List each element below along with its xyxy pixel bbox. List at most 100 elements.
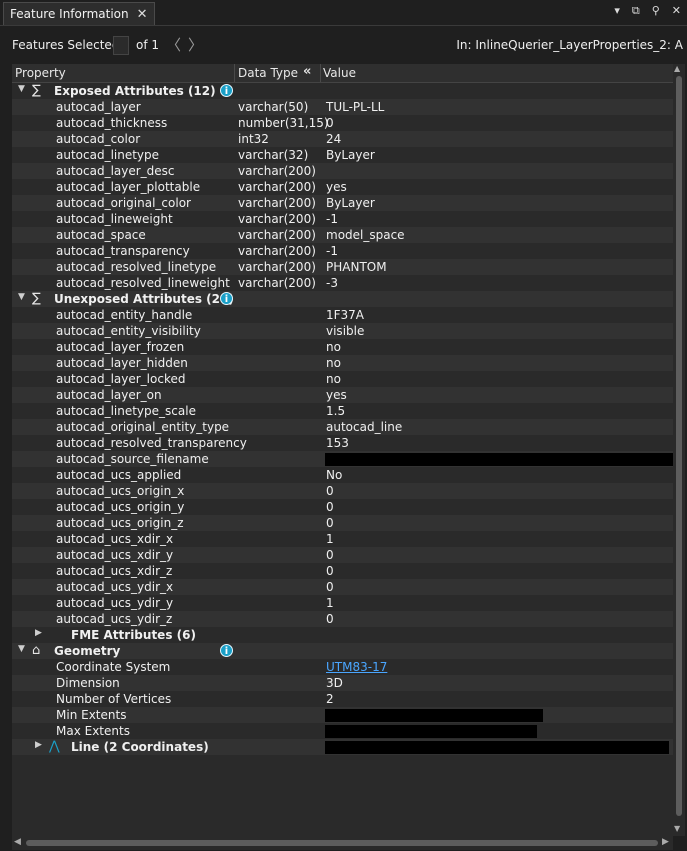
feature-index-input[interactable]	[113, 36, 129, 55]
group-row-line[interactable]: ▶ ⋀ Line (2 Coordinates)	[12, 739, 673, 755]
table-row[interactable]: autocad_ucs_ydir_x 0	[12, 579, 673, 595]
property-name: autocad_resolved_linetype	[56, 260, 217, 274]
grid-header: Property Data Type « Value	[12, 64, 673, 83]
table-row[interactable]: autocad_entity_handle 1F37A	[12, 307, 673, 323]
table-row[interactable]: autocad_layer_frozen no	[12, 339, 673, 355]
scroll-left-icon[interactable]: ◀	[14, 837, 21, 847]
table-row[interactable]: autocad_ucs_xdir_z 0	[12, 563, 673, 579]
column-header-data-type[interactable]: Data Type	[238, 66, 298, 80]
table-row[interactable]: autocad_original_color varchar(200) ByLaye…	[12, 195, 673, 211]
property-name: autocad_layer_desc	[56, 164, 175, 178]
column-divider[interactable]	[234, 64, 235, 82]
coordinate-system-link[interactable]: UTM83-17	[326, 660, 387, 674]
table-row[interactable]: autocad_thickness number(31,15) 0	[12, 115, 673, 131]
property-name: autocad_ucs_origin_y	[56, 500, 185, 514]
close-panel-icon[interactable]: ✕	[672, 4, 681, 18]
group-row-unexposed[interactable]: ▼ ∑ Unexposed Attributes (26) i	[12, 291, 673, 307]
close-icon[interactable]: ✕	[137, 7, 148, 22]
vertical-scroll-thumb[interactable]	[676, 76, 682, 816]
table-row[interactable]: autocad_resolved_transparency 153	[12, 435, 673, 451]
table-row[interactable]: Number of Vertices 2	[12, 691, 673, 707]
property-value: 0	[326, 564, 334, 578]
table-row[interactable]: autocad_ucs_xdir_y 0	[12, 547, 673, 563]
expand-arrow-icon[interactable]: ▶	[35, 628, 42, 638]
table-row[interactable]: autocad_color int32 24	[12, 131, 673, 147]
info-icon[interactable]: i	[220, 84, 233, 97]
table-row[interactable]: autocad_lineweight varchar(200) -1	[12, 211, 673, 227]
horizontal-scroll-thumb[interactable]	[26, 840, 658, 846]
table-row[interactable]: autocad_transparency varchar(200) -1	[12, 243, 673, 259]
scroll-down-icon[interactable]: ▼	[674, 824, 680, 833]
collapse-arrow-icon[interactable]: ▼	[18, 292, 25, 302]
float-window-icon[interactable]: ⧉	[632, 4, 640, 18]
property-name: autocad_entity_visibility	[56, 324, 201, 338]
table-row[interactable]: autocad_resolved_lineweight varchar(200) -…	[12, 275, 673, 291]
info-icon[interactable]: i	[220, 644, 233, 657]
table-row[interactable]: autocad_linetype varchar(32) ByLayer	[12, 147, 673, 163]
column-divider[interactable]	[320, 64, 321, 82]
group-row-fme[interactable]: ▶ FME Attributes (6)	[12, 627, 673, 643]
table-row[interactable]: autocad_ucs_xdir_x 1	[12, 531, 673, 547]
horizontal-scrollbar[interactable]: ◀ ▶	[12, 836, 673, 850]
next-feature-button[interactable]: 〉	[188, 34, 203, 55]
table-row[interactable]: autocad_source_filename	[12, 451, 673, 467]
scroll-up-icon[interactable]: ▲	[674, 64, 680, 73]
property-name: autocad_original_color	[56, 196, 191, 210]
group-row-geometry[interactable]: ▼ ⌂ Geometry i	[12, 643, 673, 659]
property-name: autocad_transparency	[56, 244, 190, 258]
table-row[interactable]: autocad_ucs_origin_z 0	[12, 515, 673, 531]
table-row[interactable]: autocad_ucs_applied No	[12, 467, 673, 483]
collapse-column-icon[interactable]: «	[303, 64, 311, 79]
table-row[interactable]: Coordinate System UTM83-17	[12, 659, 673, 675]
table-row[interactable]: Dimension 3D	[12, 675, 673, 691]
table-row[interactable]: autocad_space varchar(200) model_space	[12, 227, 673, 243]
scroll-right-icon[interactable]: ▶	[662, 837, 669, 847]
table-row[interactable]: autocad_layer varchar(50) TUL-PL-LL	[12, 99, 673, 115]
vertical-scrollbar[interactable]: ▲ ▼	[673, 64, 685, 836]
table-row[interactable]: autocad_layer_on yes	[12, 387, 673, 403]
property-name: autocad_lineweight	[56, 212, 173, 226]
table-row[interactable]: autocad_linetype_scale 1.5	[12, 403, 673, 419]
table-row[interactable]: autocad_layer_locked no	[12, 371, 673, 387]
table-row[interactable]: Max Extents	[12, 723, 673, 739]
property-name: autocad_ucs_ydir_x	[56, 580, 174, 594]
dropdown-icon[interactable]: ▾	[614, 4, 620, 18]
table-row[interactable]: autocad_ucs_ydir_z 0	[12, 611, 673, 627]
table-row[interactable]: autocad_entity_visibility visible	[12, 323, 673, 339]
property-value: 2	[326, 692, 334, 706]
table-row[interactable]: autocad_ucs_ydir_y 1	[12, 595, 673, 611]
redacted-value	[325, 741, 669, 754]
table-row[interactable]: autocad_ucs_origin_y 0	[12, 499, 673, 515]
table-row[interactable]: autocad_layer_desc varchar(200)	[12, 163, 673, 179]
property-value: yes	[326, 180, 347, 194]
collapse-arrow-icon[interactable]: ▼	[18, 84, 25, 94]
info-icon[interactable]: i	[220, 292, 233, 305]
data-type: varchar(200)	[238, 260, 316, 274]
expand-arrow-icon[interactable]: ▶	[35, 740, 42, 750]
property-value: -3	[326, 276, 338, 290]
property-value: PHANTOM	[326, 260, 387, 274]
property-name: autocad_ucs_ydir_y	[56, 596, 174, 610]
property-name: autocad_ucs_xdir_z	[56, 564, 173, 578]
table-row[interactable]: autocad_layer_hidden no	[12, 355, 673, 371]
tab-feature-information[interactable]: Feature Information ✕	[3, 2, 155, 25]
source-transformer-label: In: InlineQuerier_LayerProperties_2: A	[456, 38, 683, 52]
table-row[interactable]: autocad_resolved_linetype varchar(200) PHA…	[12, 259, 673, 275]
property-value: autocad_line	[326, 420, 403, 434]
property-value: 0	[326, 484, 334, 498]
table-row[interactable]: autocad_layer_plottable varchar(200) yes	[12, 179, 673, 195]
column-header-value[interactable]: Value	[323, 66, 356, 80]
collapse-arrow-icon[interactable]: ▼	[18, 644, 25, 654]
table-row[interactable]: autocad_original_entity_type autocad_line	[12, 419, 673, 435]
pin-icon[interactable]: ⚲	[652, 4, 660, 18]
property-name: autocad_layer_frozen	[56, 340, 185, 354]
data-type: varchar(32)	[238, 148, 309, 162]
sigma-icon: ∑	[32, 83, 41, 98]
group-label: Geometry	[54, 644, 121, 658]
group-row-exposed[interactable]: ▼ ∑ Exposed Attributes (12) i	[12, 83, 673, 99]
previous-feature-button[interactable]: 〈	[166, 34, 181, 55]
table-row[interactable]: autocad_ucs_origin_x 0	[12, 483, 673, 499]
property-name: autocad_layer	[56, 100, 141, 114]
column-header-property[interactable]: Property	[15, 66, 66, 80]
table-row[interactable]: Min Extents	[12, 707, 673, 723]
